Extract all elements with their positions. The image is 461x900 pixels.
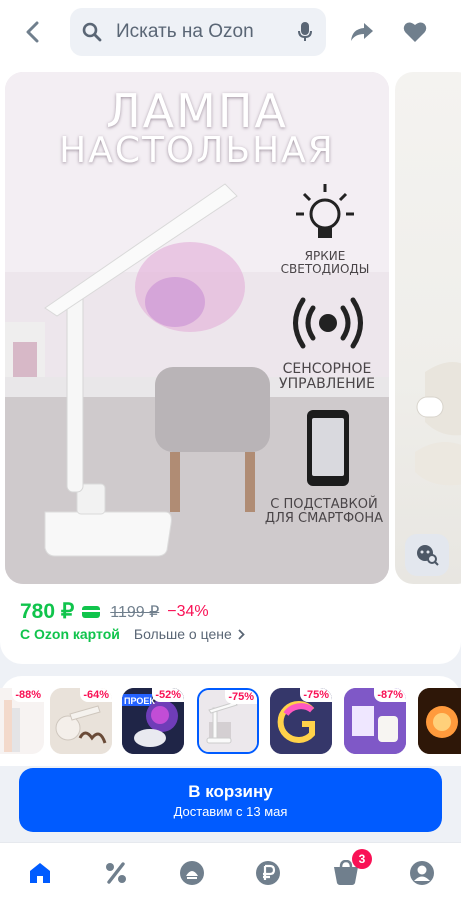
next-image-preview <box>415 362 461 486</box>
favorite-button[interactable] <box>400 16 430 48</box>
touch-sensor-icon <box>293 297 363 349</box>
heart-icon <box>403 22 427 42</box>
search-field[interactable]: Искать на Ozon <box>70 8 326 56</box>
smartphone-icon <box>307 410 349 486</box>
back-button[interactable] <box>18 16 48 48</box>
profile-icon <box>410 861 434 885</box>
variant-thumbnail <box>418 688 461 754</box>
face-search-icon <box>417 545 439 566</box>
nav-home[interactable] <box>24 857 56 889</box>
add-to-cart-button[interactable]: В корзину Доставим с 13 мая <box>19 768 442 832</box>
image-title-line2: НАСТОЛЬНАЯ <box>59 130 335 171</box>
chevron-right-icon <box>238 628 245 640</box>
ozon-card-label: С Ozon картой <box>20 626 120 642</box>
feature3-label: С ПОДСТАВКОЙ ДЛЯ СМАРТФОНА <box>259 498 389 525</box>
variant-item[interactable] <box>418 688 461 754</box>
delivery-date: Доставим с 13 мая <box>173 803 288 819</box>
variant-item[interactable]: -88% <box>0 688 44 754</box>
product-card: ЛАМПА НАСТОЛЬНАЯ ЯРКИЕ СВЕТОДИОДЫ СЕНСОРН… <box>0 66 461 664</box>
old-price: 1199 ₽ <box>110 603 160 621</box>
percent-icon <box>106 862 126 884</box>
feature1-line2: СВЕТОДИОДЫ <box>280 261 370 276</box>
variant-label: ПРОЕК <box>124 696 155 706</box>
chevron-left-icon <box>26 21 39 43</box>
next-product-image[interactable] <box>395 72 461 584</box>
variants-strip: -88% -64% ПРОЕК -52% -75% -75% -87% <box>0 676 461 766</box>
lightbulb-icon <box>296 184 354 238</box>
home-icon <box>30 863 50 883</box>
feature2-line2: УПРАВЛЕНИЕ <box>279 375 375 392</box>
share-icon <box>351 23 373 41</box>
feature2-line1: СЕНСОРНОЕ <box>282 361 372 377</box>
variant-item[interactable]: -87% <box>344 688 406 754</box>
ruble-icon <box>256 861 280 885</box>
current-price: 780 ₽ <box>20 600 75 623</box>
variant-item[interactable]: -75% <box>270 688 332 754</box>
ozon-card-icon <box>82 605 101 618</box>
variant-item[interactable]: -64% <box>50 688 112 754</box>
price-row: 780 ₽ 1199 ₽ −34% <box>20 599 209 624</box>
variant-item[interactable]: ПРОЕК -52% <box>122 688 184 754</box>
share-button[interactable] <box>347 16 377 48</box>
nav-cart[interactable]: 3 <box>330 849 372 889</box>
nav-promotions[interactable] <box>100 857 132 889</box>
variant-discount-badge: -75% <box>225 690 257 704</box>
product-image[interactable]: ЛАМПА НАСТОЛЬНАЯ ЯРКИЕ СВЕТОДИОДЫ СЕНСОРН… <box>5 72 389 584</box>
search-icon <box>82 22 102 42</box>
variant-discount-badge: -88% <box>12 688 44 702</box>
search-placeholder: Искать на Ozon <box>116 21 254 42</box>
feature2-label: СЕНСОРНОЕ УПРАВЛЕНИЕ <box>267 362 387 391</box>
leaf-icon <box>180 861 204 885</box>
add-to-cart-label: В корзину <box>188 781 273 801</box>
price-details[interactable]: С Ozon картой Больше о цене <box>20 626 245 642</box>
variant-discount-badge: -52% <box>152 688 184 702</box>
visual-search-button[interactable] <box>405 534 449 576</box>
nav-finance[interactable] <box>252 857 284 889</box>
variant-discount-badge: -87% <box>374 688 406 702</box>
nav-profile[interactable] <box>406 857 438 889</box>
feature1-line1: ЯРКИЕ <box>304 249 346 263</box>
feature3-line2: ДЛЯ СМАРТФОНА <box>264 510 384 526</box>
variant-item-selected[interactable]: -75% <box>197 688 259 754</box>
more-price-link[interactable]: Больше о цене <box>134 626 232 642</box>
feature1-label: ЯРКИЕ СВЕТОДИОДЫ <box>270 250 380 275</box>
microphone-icon[interactable] <box>298 22 312 42</box>
variant-discount-badge: -75% <box>300 688 332 702</box>
nav-fresh[interactable] <box>176 857 208 889</box>
feature3-line1: С ПОДСТАВКОЙ <box>270 497 378 512</box>
top-bar: Искать на Ozon <box>0 0 461 66</box>
discount-percent: −34% <box>167 602 209 620</box>
variant-discount-badge: -64% <box>80 688 112 702</box>
bottom-navigation: 3 <box>0 842 461 900</box>
cart-count-badge: 3 <box>352 849 372 869</box>
